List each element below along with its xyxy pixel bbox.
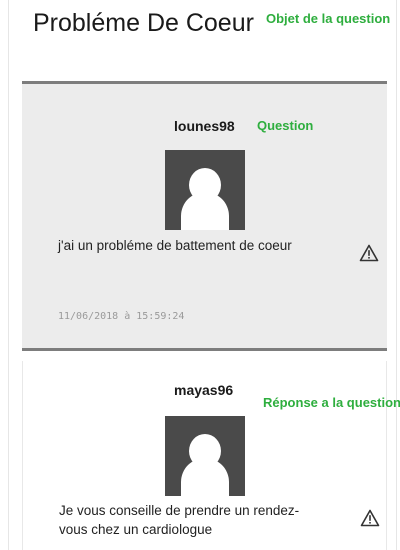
question-username[interactable]: lounes98 <box>174 118 235 134</box>
question-text: j'ai un probléme de battement de coeur <box>58 238 292 253</box>
left-divider <box>8 0 9 550</box>
question-timestamp: 11/06/2018 à 15:59:24 <box>58 311 185 322</box>
answer-card: mayas96 Je vous conseille de prendre un … <box>22 361 387 550</box>
answer-username[interactable]: mayas96 <box>174 382 233 398</box>
question-annotation: Question <box>257 118 314 133</box>
subject-annotation: Objet de la question <box>266 11 391 26</box>
warning-triangle-icon[interactable] <box>359 244 379 262</box>
right-divider <box>396 0 397 550</box>
warning-triangle-icon[interactable] <box>360 509 380 527</box>
answer-text: Je vous conseille de prendre un rendez-v… <box>59 503 300 537</box>
question-card: lounes98 j'ai un probléme de battement d… <box>22 81 387 351</box>
page-title: Probléme De Coeur <box>33 9 254 37</box>
answer-avatar <box>165 416 245 496</box>
page: Probléme De Coeur Objet de la question l… <box>0 0 400 550</box>
answer-annotation: Réponse a la question <box>263 395 400 410</box>
question-avatar <box>165 150 245 230</box>
